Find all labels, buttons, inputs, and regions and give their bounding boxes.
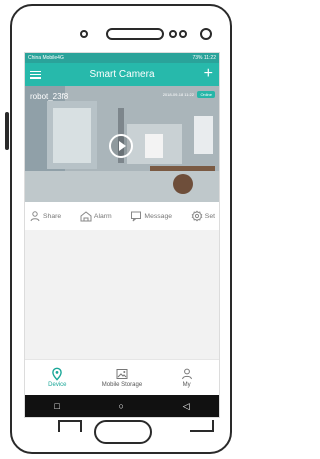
online-badge: Online <box>197 91 215 98</box>
recent-apps-icon[interactable]: □ <box>54 401 59 411</box>
android-navigation-bar: □ ○ ◁ <box>25 395 219 417</box>
bottom-tab-bar: Device Mobile Storage My <box>25 359 219 395</box>
settings-button[interactable]: Set <box>191 210 215 222</box>
carrier-text: China Mobile4G <box>28 55 64 61</box>
share-button[interactable]: Share <box>29 210 61 222</box>
device-list-empty-space <box>25 230 219 350</box>
play-icon[interactable] <box>109 134 133 158</box>
message-icon <box>131 211 142 222</box>
tab-my[interactable]: My <box>158 367 216 388</box>
tab-mobile-storage-label: Mobile Storage <box>101 382 143 388</box>
physical-home-button[interactable] <box>94 420 152 444</box>
message-label: Message <box>144 212 173 220</box>
settings-label: Set <box>204 212 215 220</box>
status-right-text: 73% 11:22 <box>192 55 216 61</box>
side-button <box>5 112 9 150</box>
sensor-dot-1 <box>169 30 177 38</box>
proximity-circle <box>200 28 212 40</box>
tab-mobile-storage[interactable]: Mobile Storage <box>93 367 151 388</box>
alarm-button[interactable]: Alarm <box>80 210 112 222</box>
tab-my-label: My <box>182 382 191 388</box>
tab-device-label: Device <box>48 382 67 388</box>
page-title: Smart Camera <box>89 69 155 80</box>
left-capacitive-button[interactable] <box>58 420 82 432</box>
app-header: Smart Camera + <box>25 63 219 86</box>
sensor-dot-2 <box>179 30 187 38</box>
person-icon <box>181 368 192 380</box>
alarm-label: Alarm <box>93 212 112 220</box>
add-device-icon[interactable]: + <box>204 66 213 82</box>
video-timestamp: 2018-09-18 11:22 <box>162 92 194 97</box>
camera-dot <box>80 30 88 38</box>
gear-icon <box>191 210 203 222</box>
location-pin-icon <box>52 367 63 381</box>
home-alarm-icon <box>80 211 92 222</box>
menu-icon[interactable] <box>30 69 41 79</box>
status-bar: China Mobile4G 73% 11:22 <box>25 53 219 63</box>
person-share-icon <box>30 211 40 222</box>
speaker-slot <box>106 28 164 40</box>
image-icon <box>116 369 128 379</box>
share-label: Share <box>43 212 62 220</box>
camera-name: robot_23f8 <box>30 92 69 101</box>
camera-preview[interactable]: robot_23f8 2018-09-18 11:22 Online <box>25 86 219 202</box>
app-screen: China Mobile4G 73% 11:22 Smart Camera + … <box>24 52 220 418</box>
home-nav-icon[interactable]: ○ <box>119 401 124 411</box>
device-actions: Share Alarm Message Set <box>25 202 219 230</box>
message-button[interactable]: Message <box>130 210 172 222</box>
back-nav-icon[interactable]: ◁ <box>183 401 190 412</box>
right-capacitive-button[interactable] <box>190 420 214 432</box>
tab-device[interactable]: Device <box>28 367 86 388</box>
